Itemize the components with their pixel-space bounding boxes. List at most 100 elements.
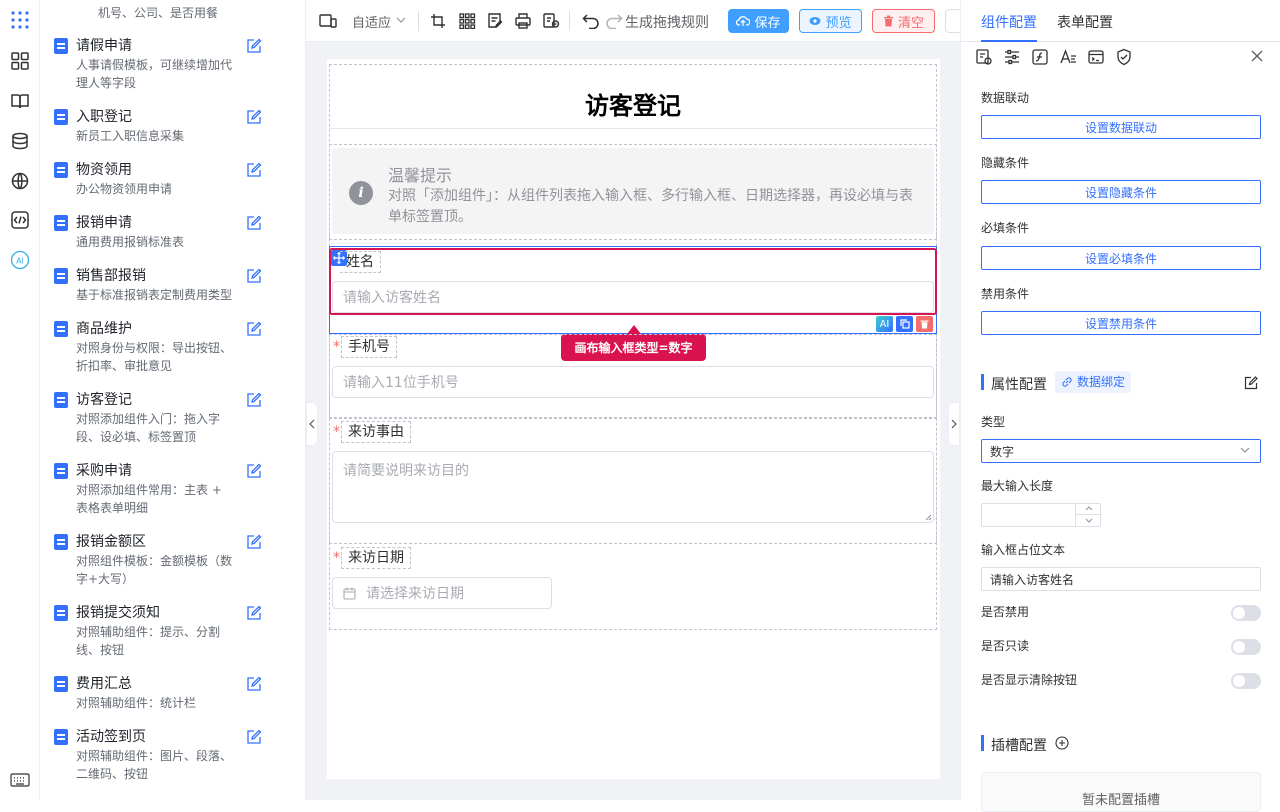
config-tabs: 组件配置 表单配置 bbox=[961, 0, 1280, 42]
code-icon[interactable] bbox=[9, 209, 31, 231]
close-icon[interactable] bbox=[1251, 50, 1263, 62]
slot-empty-text: 暂未配置插槽 bbox=[1081, 793, 1160, 808]
maxlen-stepper[interactable] bbox=[1075, 503, 1102, 527]
list-item[interactable]: 请假申请 人事请假模板，可继续增加代理人等字段 bbox=[54, 36, 296, 92]
resize-handle-icon[interactable] bbox=[925, 514, 932, 521]
list-item-desc: 对照辅助组件：统计栏 bbox=[76, 696, 197, 710]
field-label[interactable]: 来访事由 bbox=[341, 421, 411, 443]
generate-drag-rules-button[interactable]: 生成拖拽规则 bbox=[625, 12, 709, 32]
field-label[interactable]: 来访日期 bbox=[341, 547, 411, 569]
device-icon[interactable] bbox=[319, 13, 337, 29]
ai-icon[interactable]: AI bbox=[9, 249, 31, 271]
linkage-label: 数据联动 bbox=[981, 91, 1030, 105]
globe-icon[interactable] bbox=[9, 170, 31, 192]
add-circle-icon[interactable] bbox=[1055, 736, 1069, 750]
form-file-icon bbox=[54, 676, 68, 692]
clear-button[interactable]: 清空 bbox=[872, 9, 935, 33]
form-file-icon bbox=[54, 215, 68, 231]
list-item-title: 报销申请 bbox=[76, 215, 132, 231]
edit-icon[interactable] bbox=[246, 38, 262, 54]
list-item[interactable]: 费用汇总 对照辅助组件：统计栏 bbox=[54, 674, 296, 712]
set-hide-button[interactable]: 设置隐藏条件 bbox=[981, 180, 1261, 204]
readonly-switch[interactable] bbox=[1231, 639, 1261, 655]
set-disable-button[interactable]: 设置禁用条件 bbox=[981, 311, 1261, 335]
edit-icon[interactable] bbox=[246, 392, 262, 408]
list-item[interactable]: 物资领用 办公物资领用申请 bbox=[54, 160, 296, 198]
edit-icon[interactable] bbox=[246, 605, 262, 621]
edit-icon[interactable] bbox=[246, 162, 262, 178]
code-block-icon[interactable] bbox=[1087, 48, 1105, 66]
dashboard-icon[interactable] bbox=[9, 50, 31, 72]
function-icon[interactable] bbox=[1031, 48, 1049, 66]
collapse-right-toggle[interactable] bbox=[948, 402, 960, 446]
placeholder-input-value: 请输入访客姓名 bbox=[990, 572, 1075, 587]
app-grid-icon[interactable] bbox=[9, 9, 31, 31]
form-settings-icon[interactable] bbox=[975, 48, 993, 66]
field-label[interactable]: 姓名 bbox=[340, 251, 381, 273]
phone-input[interactable]: 请输入11位手机号 bbox=[332, 366, 934, 398]
chevron-up-icon[interactable] bbox=[1085, 506, 1093, 511]
copy-form-icon[interactable] bbox=[542, 13, 560, 29]
form-title[interactable]: 访客登记 bbox=[330, 86, 936, 121]
edit-icon[interactable] bbox=[246, 321, 262, 337]
list-item[interactable]: 商品维护 对照身份与权限：导出按钮、折扣率、审批意见 bbox=[54, 319, 296, 375]
database-icon[interactable] bbox=[9, 130, 31, 152]
form-file-icon bbox=[54, 392, 68, 408]
list-item[interactable]: 活动签到页 对照辅助组件：图片、段落、二维码、按钮 bbox=[54, 727, 296, 783]
info-icon: i bbox=[349, 181, 373, 205]
print-icon[interactable] bbox=[514, 13, 532, 29]
edit-icon[interactable] bbox=[246, 215, 262, 231]
list-item[interactable]: 入职登记 新员工入职信息采集 bbox=[54, 107, 296, 145]
keyboard-icon[interactable] bbox=[9, 769, 31, 791]
delete-field-button[interactable] bbox=[916, 316, 933, 332]
tip-widget[interactable]: i 温馨提示 对照「添加组件」：从组件列表拖入输入框、多行输入框、日期选择器，再… bbox=[332, 148, 934, 234]
visit-date-picker[interactable]: 请选择来访日期 bbox=[332, 577, 552, 609]
crop-icon[interactable] bbox=[430, 13, 448, 29]
trash-icon bbox=[920, 320, 929, 329]
data-binding-tag[interactable]: 数据绑定 bbox=[1055, 371, 1132, 393]
edit-icon[interactable] bbox=[246, 534, 262, 550]
clearable-switch[interactable] bbox=[1231, 673, 1261, 689]
ai-assist-button[interactable]: AI bbox=[876, 316, 893, 332]
edit-icon[interactable] bbox=[1244, 376, 1258, 390]
list-item[interactable]: 报销申请 通用费用报销标准表 bbox=[54, 213, 296, 251]
list-item[interactable]: 采购申请 对照添加组件常用：主表 + 表格表单明细 bbox=[54, 461, 296, 517]
undo-icon[interactable] bbox=[582, 13, 600, 29]
text-style-icon[interactable] bbox=[1059, 48, 1077, 66]
visitor-name-input[interactable]: 请输入访客姓名 bbox=[332, 281, 934, 313]
grid-icon[interactable] bbox=[458, 13, 476, 29]
preview-button[interactable]: 预览 bbox=[799, 9, 862, 33]
edit-icon[interactable] bbox=[246, 676, 262, 692]
field-label[interactable]: 手机号 bbox=[341, 336, 397, 358]
placeholder-input[interactable]: 请输入访客姓名 bbox=[981, 567, 1261, 591]
save-button[interactable]: 保存 bbox=[728, 9, 789, 33]
tab-component-config[interactable]: 组件配置 bbox=[981, 12, 1037, 32]
form-edit-icon[interactable] bbox=[486, 13, 504, 29]
collapse-left-toggle[interactable] bbox=[306, 402, 318, 446]
edit-icon[interactable] bbox=[246, 268, 262, 284]
shield-icon[interactable] bbox=[1115, 48, 1133, 66]
book-icon[interactable] bbox=[9, 90, 31, 112]
edit-icon[interactable] bbox=[246, 463, 262, 479]
set-required-button[interactable]: 设置必填条件 bbox=[981, 246, 1261, 270]
tab-form-config[interactable]: 表单配置 bbox=[1057, 12, 1113, 32]
list-item[interactable]: 报销提交须知 对照辅助组件：提示、分割线、按钮 bbox=[54, 603, 296, 659]
disabled-switch[interactable] bbox=[1231, 605, 1261, 621]
list-item[interactable]: 销售部报销 基于标准报销表定制费用类型 bbox=[54, 266, 296, 304]
form-file-icon bbox=[54, 729, 68, 745]
visit-reason-textarea[interactable]: 请简要说明来访目的 bbox=[332, 451, 934, 523]
adapt-select[interactable]: 自适应 bbox=[352, 12, 391, 31]
set-linkage-button[interactable]: 设置数据联动 bbox=[981, 115, 1261, 139]
list-item[interactable]: 报销金额区 对照组件模板：金额模板（数字+大写） bbox=[54, 532, 296, 588]
more-button-partial[interactable] bbox=[945, 9, 960, 33]
readonly-label: 是否只读 bbox=[981, 639, 1030, 653]
chevron-down-icon[interactable] bbox=[1085, 518, 1093, 523]
redo-icon[interactable] bbox=[605, 13, 623, 29]
sliders-icon[interactable] bbox=[1003, 48, 1021, 66]
edit-icon[interactable] bbox=[246, 729, 262, 745]
list-item[interactable]: 访客登记 对照添加组件入门：拖入字段、设必填、标签置顶 bbox=[54, 390, 296, 446]
copy-field-button[interactable] bbox=[896, 316, 913, 332]
form-file-icon bbox=[54, 109, 68, 125]
edit-icon[interactable] bbox=[246, 109, 262, 125]
type-select[interactable]: 数字 bbox=[981, 439, 1261, 463]
